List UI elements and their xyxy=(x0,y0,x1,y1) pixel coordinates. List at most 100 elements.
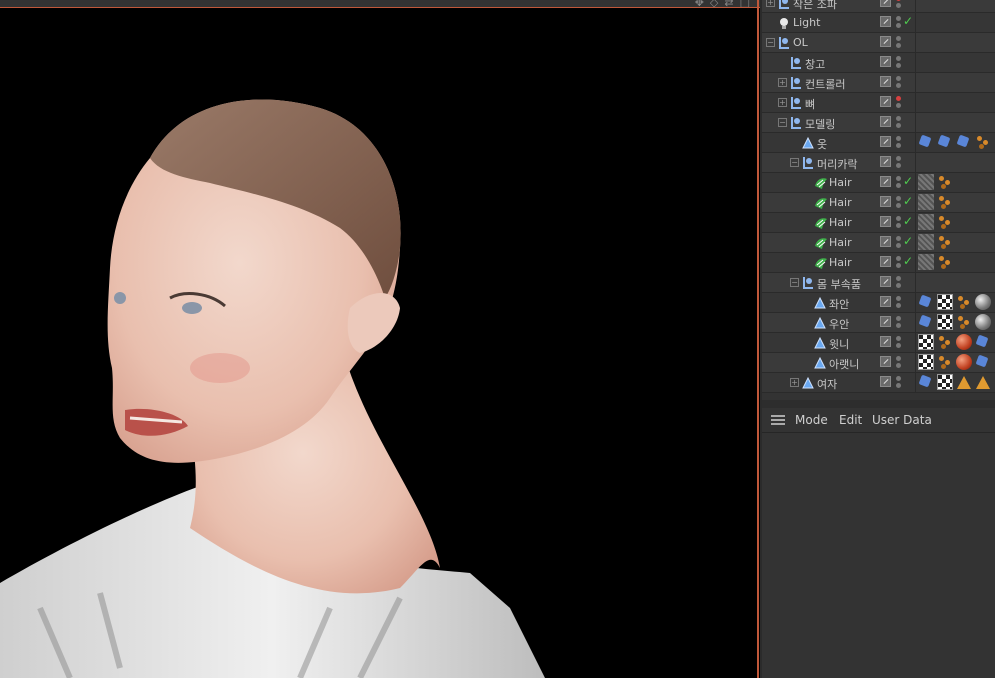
visibility-dots[interactable] xyxy=(896,156,902,170)
object-row[interactable]: + 뼈 xyxy=(762,93,995,113)
expand-toggle-icon[interactable]: − xyxy=(790,278,799,287)
object-row[interactable]: + 여자 xyxy=(762,373,995,393)
expand-toggle-icon[interactable]: + xyxy=(790,378,799,387)
tag-orbs-icon[interactable] xyxy=(937,194,953,210)
visibility-dots[interactable] xyxy=(896,116,902,130)
object-label[interactable]: 여자 xyxy=(817,376,837,392)
expand-toggle-icon[interactable]: + xyxy=(766,0,775,7)
viewport-canvas[interactable] xyxy=(0,8,760,678)
visibility-dots[interactable] xyxy=(896,16,902,30)
enabled-check-icon[interactable]: ✓ xyxy=(903,234,913,248)
tag-redsphere-icon[interactable] xyxy=(956,334,972,350)
tag-checker-icon[interactable] xyxy=(918,354,934,370)
tag-blue-icon[interactable] xyxy=(956,134,972,150)
visibility-dots[interactable] xyxy=(896,236,902,250)
object-row[interactable]: Hair ✓ xyxy=(762,193,995,213)
visibility-dots[interactable] xyxy=(896,296,902,310)
object-label[interactable]: OL xyxy=(793,36,808,49)
expand-toggle-icon[interactable]: − xyxy=(766,38,775,47)
visibility-dots[interactable] xyxy=(896,316,902,330)
object-label[interactable]: 좌안 xyxy=(829,296,849,312)
object-row[interactable]: − OL xyxy=(762,33,995,53)
tag-orbs-icon[interactable] xyxy=(937,334,953,350)
layer-swatch-icon[interactable] xyxy=(880,316,891,327)
visibility-dots[interactable] xyxy=(896,0,902,10)
tag-hatch-icon[interactable] xyxy=(918,254,934,270)
object-label[interactable]: Light xyxy=(793,16,820,29)
layer-swatch-icon[interactable] xyxy=(880,0,891,7)
visibility-dots[interactable] xyxy=(896,376,902,390)
tag-orbs-icon[interactable] xyxy=(937,234,953,250)
layer-swatch-icon[interactable] xyxy=(880,356,891,367)
object-label[interactable]: 컨트롤러 xyxy=(805,76,845,92)
tag-orbs-icon[interactable] xyxy=(937,174,953,190)
tag-orbs-icon[interactable] xyxy=(937,354,953,370)
layer-swatch-icon[interactable] xyxy=(880,276,891,287)
object-label[interactable]: 몸 부속품 xyxy=(817,276,861,292)
object-label[interactable]: 창고 xyxy=(805,56,825,72)
object-row[interactable]: Hair ✓ xyxy=(762,253,995,273)
tag-blue-icon[interactable] xyxy=(975,334,991,350)
object-row[interactable]: 좌안 xyxy=(762,293,995,313)
tag-checker-icon[interactable] xyxy=(918,334,934,350)
tag-blue-icon[interactable] xyxy=(918,294,934,310)
object-label[interactable]: 윗니 xyxy=(829,336,849,352)
visibility-dots[interactable] xyxy=(896,76,902,90)
tag-tri-icon[interactable] xyxy=(956,374,972,390)
expand-toggle-icon[interactable]: + xyxy=(778,78,787,87)
hamburger-icon[interactable] xyxy=(771,415,785,425)
tag-checker-icon[interactable] xyxy=(937,314,953,330)
tag-sphere-icon[interactable] xyxy=(975,294,991,310)
tag-orbs-icon[interactable] xyxy=(956,294,972,310)
tag-orbs-icon[interactable] xyxy=(937,214,953,230)
tag-blue-icon[interactable] xyxy=(918,374,934,390)
panel-divider[interactable] xyxy=(762,400,995,408)
menu-user-data[interactable]: User Data xyxy=(872,413,932,427)
enabled-check-icon[interactable]: ✓ xyxy=(903,254,913,268)
tag-orbs-icon[interactable] xyxy=(975,134,991,150)
visibility-dots[interactable] xyxy=(896,336,902,350)
layer-swatch-icon[interactable] xyxy=(880,216,891,227)
object-label[interactable]: 머리카락 xyxy=(817,156,857,172)
tag-sphere-icon[interactable] xyxy=(975,314,991,330)
object-label[interactable]: Hair xyxy=(829,216,852,229)
layer-swatch-icon[interactable] xyxy=(880,236,891,247)
object-row[interactable]: − 머리카락 xyxy=(762,153,995,173)
object-row[interactable]: Hair ✓ xyxy=(762,173,995,193)
tag-blue-icon[interactable] xyxy=(918,314,934,330)
expand-toggle-icon[interactable]: + xyxy=(778,98,787,107)
layer-swatch-icon[interactable] xyxy=(880,376,891,387)
object-row[interactable]: 우안 xyxy=(762,313,995,333)
visibility-dots[interactable] xyxy=(896,176,902,190)
object-row[interactable]: Hair ✓ xyxy=(762,233,995,253)
layer-swatch-icon[interactable] xyxy=(880,176,891,187)
object-row[interactable]: 옷 xyxy=(762,133,995,153)
tag-blue-icon[interactable] xyxy=(937,134,953,150)
tag-hatch-icon[interactable] xyxy=(918,194,934,210)
object-label[interactable]: Hair xyxy=(829,256,852,269)
tag-orbs-icon[interactable] xyxy=(956,314,972,330)
visibility-dots[interactable] xyxy=(896,216,902,230)
layer-swatch-icon[interactable] xyxy=(880,136,891,147)
tag-orbs-icon[interactable] xyxy=(937,254,953,270)
object-label[interactable]: Hair xyxy=(829,196,852,209)
enabled-check-icon[interactable]: ✓ xyxy=(903,174,913,188)
tag-redsphere-icon[interactable] xyxy=(956,354,972,370)
tag-blue-icon[interactable] xyxy=(918,134,934,150)
layer-swatch-icon[interactable] xyxy=(880,16,891,27)
tag-checker-icon[interactable] xyxy=(937,374,953,390)
expand-toggle-icon[interactable]: − xyxy=(778,118,787,127)
enabled-check-icon[interactable]: ✓ xyxy=(903,214,913,228)
object-row[interactable]: + 작은 조파 xyxy=(762,0,995,13)
menu-mode[interactable]: Mode xyxy=(795,413,828,427)
visibility-dots[interactable] xyxy=(896,36,902,50)
object-row[interactable]: − 모델링 xyxy=(762,113,995,133)
object-label[interactable]: 우안 xyxy=(829,316,849,332)
layer-swatch-icon[interactable] xyxy=(880,96,891,107)
layer-swatch-icon[interactable] xyxy=(880,76,891,87)
expand-toggle-icon[interactable]: − xyxy=(790,158,799,167)
tag-hatch-icon[interactable] xyxy=(918,234,934,250)
visibility-dots[interactable] xyxy=(896,96,902,110)
visibility-dots[interactable] xyxy=(896,276,902,290)
tag-blue-icon[interactable] xyxy=(975,354,991,370)
